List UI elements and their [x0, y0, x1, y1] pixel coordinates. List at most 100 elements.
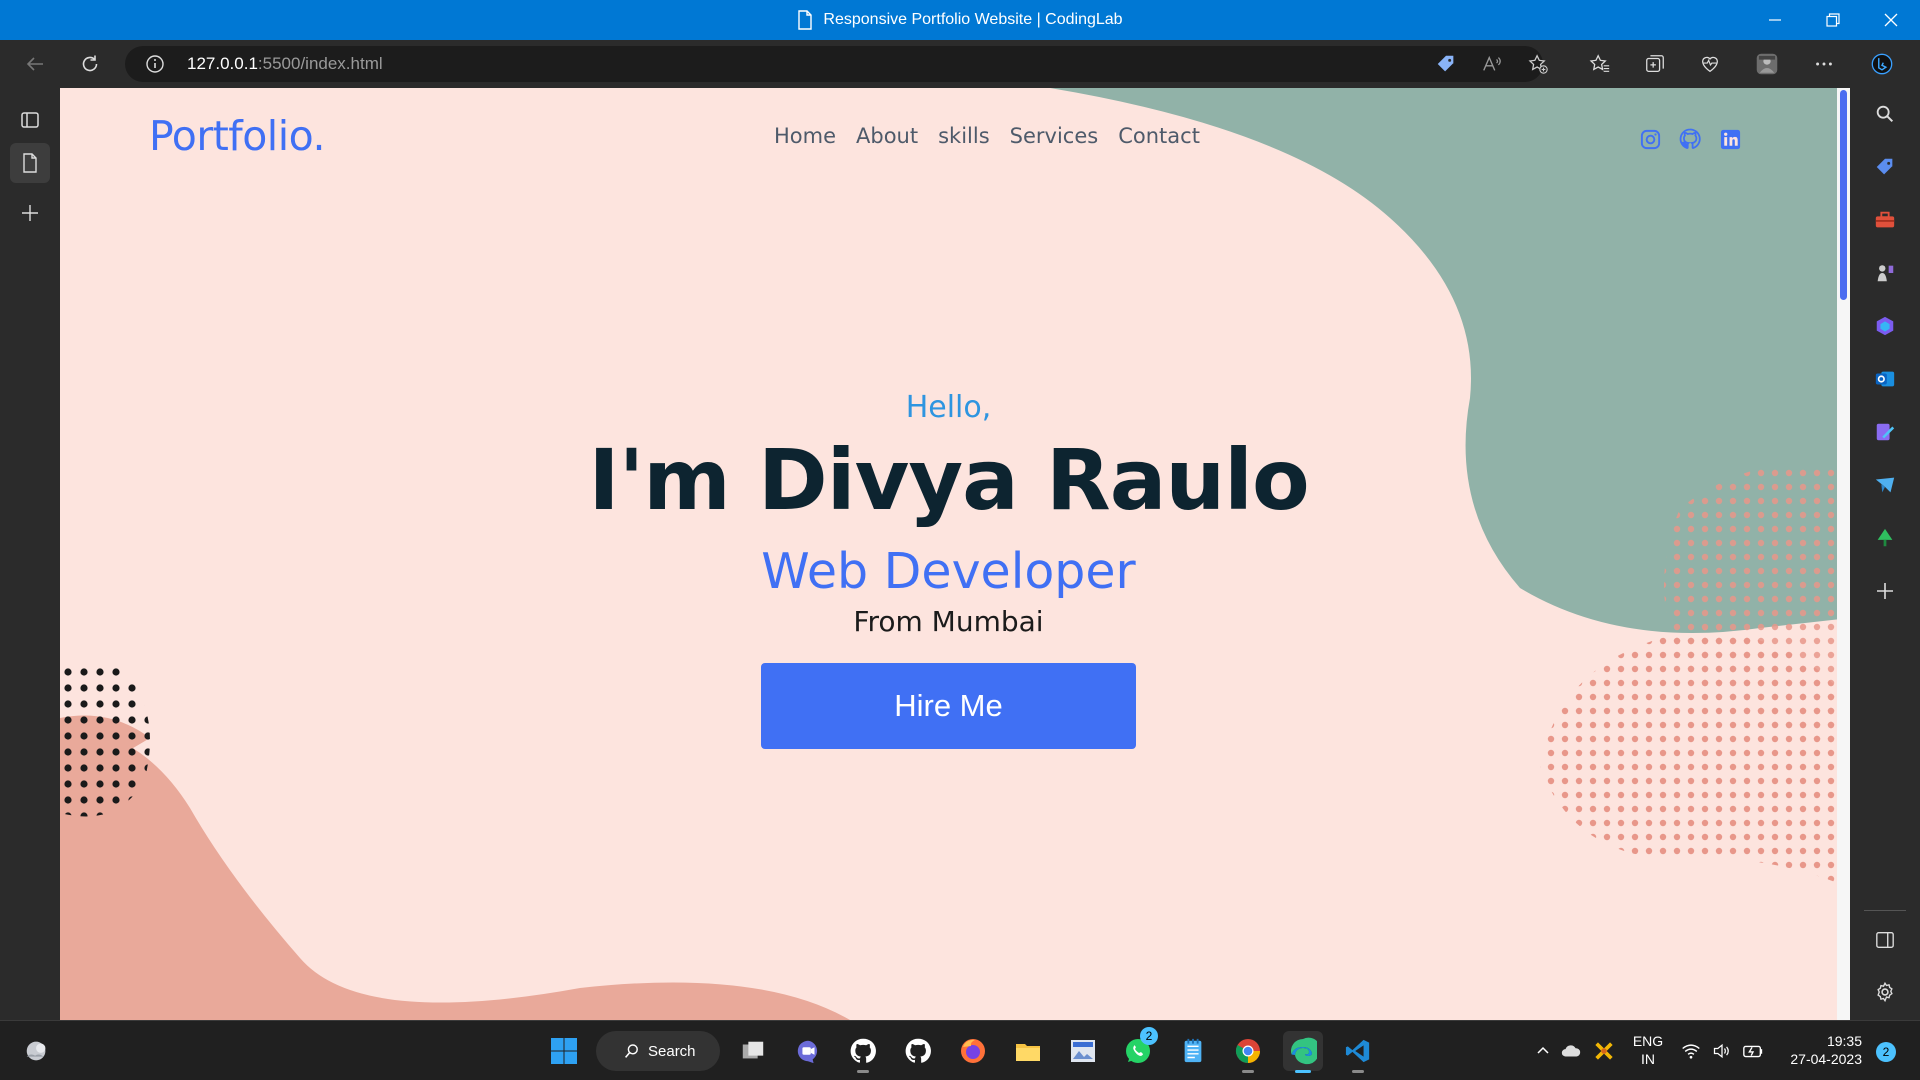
collections-button[interactable] — [1635, 44, 1675, 84]
games-icon[interactable] — [1871, 259, 1899, 287]
active-indicator — [1295, 1070, 1311, 1073]
edge-icon[interactable] — [1283, 1031, 1323, 1073]
plus-icon — [22, 205, 38, 221]
image-app-icon[interactable] — [1063, 1031, 1103, 1071]
profile-button[interactable] — [1747, 44, 1787, 84]
window-title-text: Responsive Portfolio Website | CodingLab — [823, 11, 1123, 28]
linkedin-icon[interactable] — [1717, 126, 1743, 152]
windows-taskbar: Search 2 ENG IN 19:35 27-04-2023 2 — [0, 1020, 1920, 1080]
nav-services[interactable]: Services — [1010, 124, 1099, 148]
tree-icon[interactable] — [1871, 524, 1899, 552]
close-button[interactable] — [1862, 0, 1920, 40]
refresh-icon — [82, 55, 98, 72]
taskbar-search[interactable]: Search — [596, 1031, 720, 1071]
page-scrollbar[interactable] — [1837, 88, 1850, 1020]
edge-sidebar — [1850, 88, 1920, 1020]
nav-skills[interactable]: skills — [938, 124, 990, 148]
add-sidebar-app-icon[interactable] — [1871, 577, 1899, 605]
weather-widget-icon[interactable] — [17, 1031, 57, 1071]
hide-sidebar-icon[interactable] — [1871, 926, 1899, 954]
teams-chat-icon[interactable] — [788, 1031, 828, 1071]
window-title-bar: Responsive Portfolio Website | CodingLab — [0, 0, 1920, 40]
restore-icon — [1826, 13, 1840, 27]
coupon-tag-icon[interactable] — [1433, 52, 1459, 76]
salmon-blob-shape — [60, 728, 850, 1020]
vscode-icon[interactable] — [1338, 1031, 1378, 1073]
favorites-star-icon — [1589, 54, 1610, 72]
sidebar-settings-gear-icon[interactable] — [1871, 978, 1899, 1006]
shopping-tag-icon[interactable] — [1871, 153, 1899, 181]
send-icon[interactable] — [1871, 471, 1899, 499]
new-tab-button[interactable] — [10, 193, 50, 233]
search-icon — [624, 1044, 638, 1058]
notepad-icon[interactable] — [1173, 1031, 1213, 1071]
clock[interactable]: 19:35 27-04-2023 — [1772, 1032, 1872, 1068]
close-icon — [1884, 13, 1898, 27]
volume-icon[interactable] — [1707, 1031, 1737, 1071]
running-indicator — [857, 1070, 869, 1073]
language-indicator[interactable]: ENG IN — [1624, 1032, 1672, 1068]
settings-more-button[interactable] — [1804, 44, 1844, 84]
battery-icon[interactable] — [1738, 1031, 1768, 1071]
designer-icon[interactable] — [1871, 418, 1899, 446]
firefox-icon[interactable] — [953, 1031, 993, 1071]
collections-icon — [1646, 55, 1664, 72]
url-host: 127.0.0.1 — [187, 54, 258, 73]
outlook-icon[interactable] — [1871, 365, 1899, 393]
nav-about[interactable]: About — [856, 124, 918, 148]
hero-role: Web Developer — [761, 543, 1136, 600]
hero-location: From Mumbai — [853, 605, 1044, 638]
instagram-icon[interactable] — [1637, 126, 1663, 152]
notification-center-badge[interactable]: 2 — [1876, 1042, 1896, 1062]
web-page: Portfolio. Home About skills Services Co… — [60, 88, 1850, 1020]
github-icon[interactable] — [1677, 126, 1703, 152]
tab-actions-button[interactable] — [10, 100, 50, 140]
back-button[interactable] — [15, 44, 55, 84]
task-view-icon[interactable] — [733, 1031, 773, 1071]
browser-toolbar: 127.0.0.1:5500/index.html — [0, 40, 1920, 88]
site-info-icon[interactable] — [145, 54, 165, 74]
url-text[interactable]: 127.0.0.1:5500/index.html — [187, 46, 383, 82]
tab-portfolio[interactable] — [10, 143, 50, 183]
onedrive-cloud-icon[interactable] — [1556, 1031, 1586, 1071]
start-windows-icon[interactable] — [544, 1031, 584, 1071]
language-region: IN — [1641, 1051, 1655, 1067]
nav-contact[interactable]: Contact — [1118, 124, 1200, 148]
site-logo[interactable]: Portfolio. — [149, 112, 325, 160]
whatsapp-icon[interactable]: 2 — [1118, 1027, 1158, 1071]
clock-time: 19:35 — [1826, 1033, 1862, 1049]
restore-button[interactable] — [1804, 0, 1862, 40]
chrome-icon[interactable] — [1228, 1031, 1268, 1073]
tray-app-icon[interactable] — [1589, 1031, 1619, 1071]
tab-actions-icon — [21, 112, 39, 128]
url-path: :5500/index.html — [257, 54, 383, 73]
pink-dots-lower — [1540, 628, 1850, 888]
language-code: ENG — [1632, 1033, 1664, 1049]
github-icon[interactable] — [898, 1031, 938, 1071]
refresh-button[interactable] — [70, 44, 110, 84]
main-nav: Home About skills Services Contact — [774, 124, 1200, 148]
address-bar[interactable]: 127.0.0.1:5500/index.html — [125, 46, 1548, 82]
microsoft-365-icon[interactable] — [1871, 312, 1899, 340]
add-favorite-icon[interactable] — [1525, 52, 1551, 76]
minimize-icon — [1769, 19, 1781, 21]
github-desktop-icon[interactable] — [843, 1031, 883, 1073]
browser-essentials-button[interactable] — [1690, 44, 1730, 84]
nav-home[interactable]: Home — [774, 124, 836, 148]
hire-me-button[interactable]: Hire Me — [761, 663, 1136, 749]
file-explorer-icon[interactable] — [1008, 1031, 1048, 1071]
read-aloud-icon[interactable] — [1479, 52, 1505, 76]
scrollbar-thumb[interactable] — [1840, 90, 1847, 300]
avatar — [1756, 53, 1778, 75]
running-indicator — [1352, 1070, 1364, 1073]
favorites-button[interactable] — [1580, 44, 1620, 84]
search-icon[interactable] — [1871, 100, 1899, 128]
hero-greeting: Hello, — [905, 390, 992, 425]
bing-copilot-button[interactable] — [1862, 44, 1902, 84]
minimize-button[interactable] — [1746, 0, 1804, 40]
more-dots-icon — [1816, 62, 1832, 66]
sidebar-divider — [1864, 910, 1906, 911]
toolbox-icon[interactable] — [1871, 206, 1899, 234]
wifi-icon[interactable] — [1676, 1031, 1706, 1071]
page-icon — [798, 10, 813, 30]
